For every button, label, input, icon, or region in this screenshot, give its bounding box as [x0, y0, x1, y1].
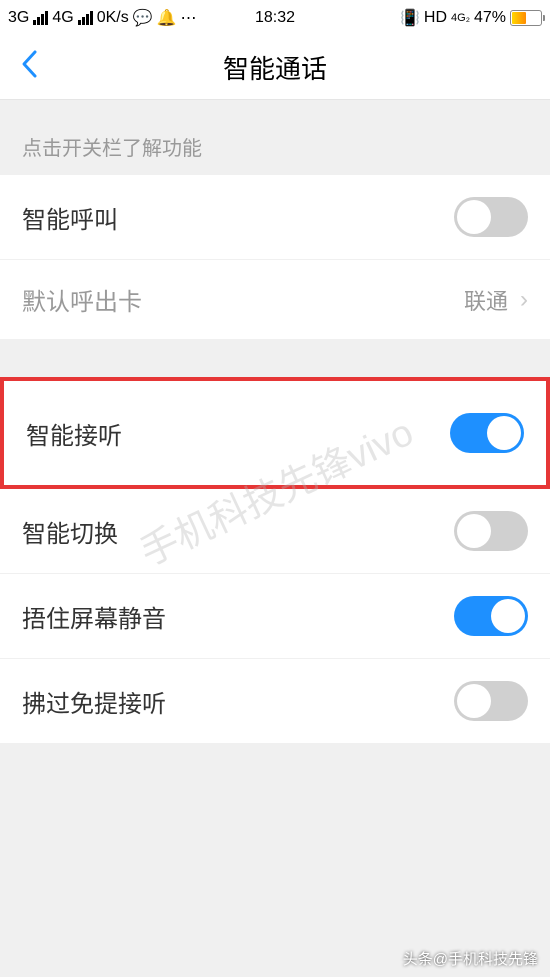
- hd-label: HD: [424, 9, 447, 27]
- network-3g-label: 3G: [8, 9, 29, 27]
- speed-label: 0K/s: [97, 9, 129, 27]
- status-left: 3G 4G 0K/s ︎💬 🔔 ⋯: [8, 8, 197, 28]
- spacer: [0, 339, 550, 377]
- nav-bar: 智能通话: [0, 36, 550, 100]
- signal-icon-1: [33, 11, 48, 25]
- vibrate-icon: 📳: [400, 8, 420, 28]
- status-right: 📳 HD 4G₂ 47%: [400, 8, 542, 28]
- default-card-label: 默认呼出卡: [22, 282, 464, 317]
- section-header: 点击开关栏了解功能: [0, 100, 550, 175]
- smart-switch-label: 智能切换: [22, 514, 454, 549]
- clock: 18:32: [255, 9, 295, 27]
- chevron-left-icon: [20, 49, 38, 79]
- smart-call-label: 智能呼叫: [22, 200, 454, 235]
- notification-icon: 🔔: [157, 8, 177, 28]
- wechat-icon: ︎💬: [133, 8, 153, 28]
- signal-icon-2: [78, 11, 93, 25]
- wave-answer-toggle[interactable]: [454, 681, 528, 721]
- more-icon: ⋯: [181, 8, 197, 28]
- status-bar: 3G 4G 0K/s ︎💬 🔔 ⋯ 18:32 📳 HD 4G₂ 47%: [0, 0, 550, 36]
- row-smart-call[interactable]: 智能呼叫: [0, 175, 550, 260]
- default-card-value: 联通: [464, 284, 508, 316]
- row-smart-answer[interactable]: 智能接听: [0, 377, 550, 489]
- battery-icon: [510, 10, 542, 26]
- wave-answer-label: 拂过免提接听: [22, 684, 454, 719]
- back-button[interactable]: [20, 49, 38, 87]
- smart-call-toggle[interactable]: [454, 197, 528, 237]
- smart-answer-label: 智能接听: [26, 416, 450, 451]
- row-cover-mute[interactable]: 捂住屏幕静音: [0, 574, 550, 659]
- row-smart-switch[interactable]: 智能切换: [0, 489, 550, 574]
- smart-switch-toggle[interactable]: [454, 511, 528, 551]
- network-4g-label: 4G: [52, 9, 73, 27]
- chevron-right-icon: ›: [520, 286, 528, 314]
- battery-percent: 47%: [474, 9, 506, 27]
- row-wave-answer[interactable]: 拂过免提接听: [0, 659, 550, 743]
- cover-mute-toggle[interactable]: [454, 596, 528, 636]
- footer-credit: 头条@手机科技先锋: [403, 948, 538, 969]
- page-title: 智能通话: [0, 49, 550, 86]
- smart-answer-toggle[interactable]: [450, 413, 524, 453]
- 4g2-label: 4G₂: [451, 12, 470, 24]
- cover-mute-label: 捂住屏幕静音: [22, 599, 454, 634]
- row-default-card[interactable]: 默认呼出卡 联通 ›: [0, 260, 550, 339]
